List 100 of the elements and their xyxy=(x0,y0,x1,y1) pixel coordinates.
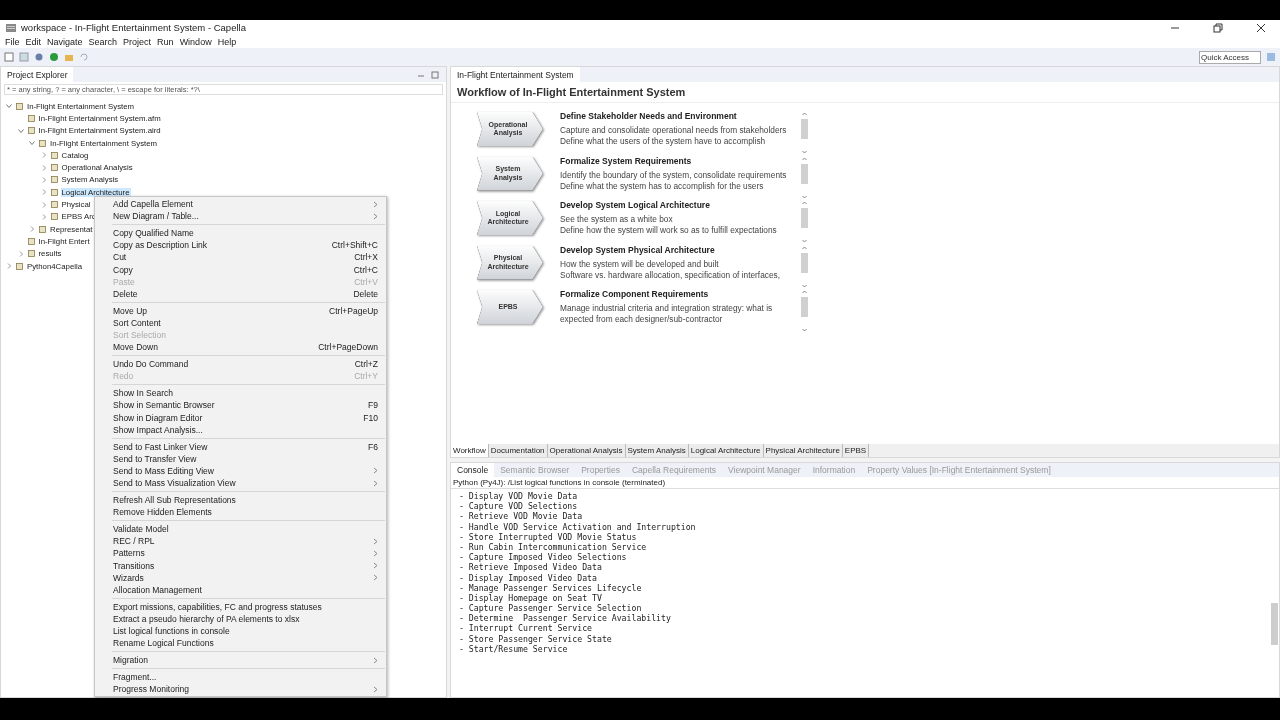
menu-item[interactable]: Show Impact Analysis... xyxy=(95,423,386,436)
menu-item[interactable]: Transitions xyxy=(95,559,386,572)
maximize-icon[interactable] xyxy=(430,69,440,80)
menu-bar-item[interactable]: Search xyxy=(88,36,118,47)
scrollbar-icon[interactable] xyxy=(800,111,809,155)
menu-item[interactable]: Rename Logical Functions xyxy=(95,637,386,650)
console-line: - Determine Passenger Service Availability xyxy=(457,613,672,624)
menu-item[interactable]: Validate Model xyxy=(95,523,386,536)
page-tab[interactable]: EPBS xyxy=(842,444,870,457)
console-line: - Capture VOD Selections xyxy=(457,501,579,512)
step-description: Software vs. hardware allocation, specification of interfaces, xyxy=(560,269,781,281)
menu-item[interactable]: Sort Content xyxy=(95,316,386,329)
menu-item[interactable]: Delete Delete xyxy=(95,287,386,300)
console-line: - Display Homepage on Seat TV xyxy=(457,592,602,604)
step-description: Identify the boundary of the system, consolidate requirements xyxy=(560,169,788,181)
menu-bar-item[interactable]: File xyxy=(5,36,20,47)
menu-item[interactable]: Allocation Management xyxy=(95,583,386,596)
step-title: Formalize System Requirements xyxy=(560,155,693,168)
menu-bar-item[interactable]: Navigate xyxy=(47,36,83,47)
step-title: Develop System Logical Architecture xyxy=(560,200,711,212)
menu-item[interactable]: Copy Qualified Name xyxy=(95,227,386,240)
menu-item[interactable]: Send to Mass Editing View xyxy=(95,464,386,477)
menu-item[interactable]: Send to Mass Visualization View xyxy=(95,476,386,490)
view-tab[interactable]: Console xyxy=(451,462,495,478)
step-description: Define how the system will work so as to fulfill expectations xyxy=(560,225,778,236)
console-line: - Run Cabin Intercommunication Service xyxy=(457,541,648,553)
menu-item[interactable]: Show in Diagram Editor F10 xyxy=(95,411,386,424)
step-description: Define what the system has to accomplish for the users xyxy=(560,180,765,192)
console-line: - Retrieve Imposed Video Data xyxy=(457,562,603,573)
scrollbar-icon[interactable] xyxy=(800,244,809,289)
run-icon[interactable] xyxy=(49,52,59,62)
step-description: See the system as a white box xyxy=(560,214,674,225)
menu-item[interactable]: Cut Ctrl+X xyxy=(95,251,386,264)
step-title: Formalize Component Requirements xyxy=(560,289,710,301)
undo-icon[interactable] xyxy=(79,52,89,62)
console-line: - Retrieve VOD Movie Data xyxy=(457,511,584,522)
step-title: Develop System Physical Architecture xyxy=(560,244,716,257)
step-description: How the system will be developed and built xyxy=(560,258,720,270)
menu-item[interactable]: List logical functions in console xyxy=(95,625,386,638)
menu-item[interactable]: Progress Monitoring xyxy=(95,683,386,696)
menu-item[interactable]: Show In Search xyxy=(95,387,386,400)
console-line: - Start/Resume Service xyxy=(457,643,569,654)
step-title: Define Stakeholder Needs and Environment xyxy=(560,111,738,123)
console-line: - Capture Imposed Video Selections xyxy=(457,552,628,563)
menu-item[interactable]: Send to Transfer View xyxy=(95,452,386,465)
app-icon xyxy=(6,22,16,33)
scrollbar-icon[interactable] xyxy=(800,155,809,200)
view-tab[interactable]: Project Explorer xyxy=(1,67,74,82)
page-tab[interactable]: Workflow xyxy=(451,444,489,457)
page-tab[interactable]: Physical Architecture xyxy=(763,444,843,457)
step-description: Capture and consolidate operational needs from stakeholders xyxy=(560,125,788,136)
menu-item[interactable]: Show in Semantic Browser F9 xyxy=(95,399,386,412)
step-description: expected from each designer/sub-contractor xyxy=(560,314,724,325)
console-header: Python (Py4J): /List logical functions in console (terminated) xyxy=(451,477,1279,489)
console-line: - Display VOD Movie Data xyxy=(457,491,579,502)
folder-icon[interactable] xyxy=(64,52,74,62)
menu-bar-item[interactable]: Help xyxy=(217,36,237,47)
menu-item[interactable]: Refresh All Sub Representations xyxy=(95,494,386,507)
console-line: - Store Interrupted VOD Movie Status xyxy=(457,531,637,542)
close-icon[interactable] xyxy=(1256,22,1266,33)
menu-item[interactable]: Copy Ctrl+C xyxy=(95,263,386,276)
restore-icon[interactable] xyxy=(1213,22,1223,33)
menu-item[interactable]: Wizards xyxy=(95,571,386,584)
console-line: - Capture Passenger Service Selection xyxy=(457,603,643,614)
quick-access-field[interactable]: Quick Access xyxy=(1199,50,1261,64)
menu-item[interactable]: New Diagram / Table... xyxy=(95,210,386,223)
page-tab[interactable]: System Analysis xyxy=(625,444,689,457)
page-tab[interactable]: Documentation xyxy=(488,444,548,457)
menu-item[interactable]: Copy as Description Link Ctrl+Shift+C xyxy=(95,239,386,252)
window-title: workspace - In-Flight Entertainment System - Capella xyxy=(21,22,246,33)
scrollbar-icon[interactable] xyxy=(800,289,809,333)
console-line: - Store Passenger Service State xyxy=(457,633,613,644)
menu-item[interactable]: Add Capella Element xyxy=(95,198,386,211)
menu-item[interactable]: Move Up Ctrl+PageUp xyxy=(95,304,386,317)
menu-item[interactable]: Move Down Ctrl+PageDown xyxy=(95,341,386,354)
workflow-heading: Workflow of In-Flight Entertainment System xyxy=(451,82,1279,103)
menu-bar-item[interactable]: Window xyxy=(179,36,212,47)
console-line: - Manage Passenger Services Lifecycle xyxy=(457,582,643,593)
menu-item[interactable]: Remove Hidden Elements xyxy=(95,506,386,519)
menu-item[interactable]: Fragment... xyxy=(95,671,386,684)
menu-item[interactable]: Send to Fast Linker View F6 xyxy=(95,440,386,453)
console-line: - Handle VOD Service Activation and Interruption xyxy=(457,521,697,532)
console-line: - Display Imposed Video Data xyxy=(457,572,598,583)
scrollbar-thumb[interactable] xyxy=(1271,603,1278,645)
console-line: - Interrupt Current Service xyxy=(457,623,594,634)
page-tab[interactable]: Logical Architecture xyxy=(688,444,764,457)
step-description: Define what the users of the system have to accomplish xyxy=(560,136,767,147)
menu-bar-item[interactable]: Project xyxy=(123,36,152,47)
menu-item[interactable]: Migration xyxy=(95,654,386,667)
menu-item[interactable]: Undo Do Command Ctrl+Z xyxy=(95,358,386,371)
editor-tab[interactable]: In-Flight Entertainment System xyxy=(451,67,580,82)
menu-item[interactable]: Patterns xyxy=(95,547,386,560)
step-description: Manage industrial criteria and integration strategy: what is xyxy=(560,303,774,314)
scrollbar-icon[interactable] xyxy=(800,200,809,244)
menu-bar-item[interactable]: Edit xyxy=(25,36,42,47)
menu-bar-item[interactable]: Run xyxy=(157,36,174,47)
menu-item[interactable]: REC / RPL xyxy=(95,535,386,548)
page-tab[interactable]: Operational Analysis xyxy=(547,444,626,457)
menu-item[interactable]: Extract a pseudo hierarchy of PA elements to xlsx xyxy=(95,612,386,625)
menu-item[interactable]: Export missions, capabilities, FC and progress statuses xyxy=(95,600,386,613)
